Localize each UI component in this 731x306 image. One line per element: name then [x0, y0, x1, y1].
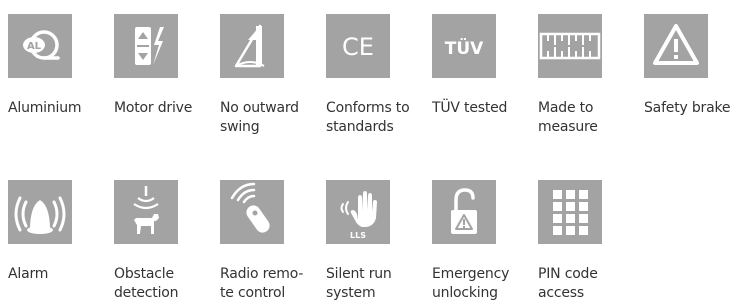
ce-mark-icon: CE: [342, 33, 374, 61]
no-outward-swing-tile: [220, 14, 284, 78]
radio-remote-icon: [230, 182, 270, 233]
aluminium-tile: AL: [8, 14, 72, 78]
radio-remote-tile: [220, 180, 284, 244]
feature-label: No outward swing: [220, 100, 299, 135]
no-outward-swing-icon: [234, 24, 265, 68]
feature-label: Aluminium: [8, 100, 82, 116]
feature-label: PIN code access: [538, 266, 598, 301]
tuv-icon: TÜV: [445, 37, 484, 59]
motor-drive-tile: [114, 14, 178, 78]
made-to-measure-tile: [538, 14, 602, 78]
conforms-standards-tile: CE: [326, 14, 390, 78]
ruler-icon: [539, 32, 601, 60]
feature-label: Radio remo- te control: [220, 266, 304, 301]
feature-label: Emergency unlocking: [432, 266, 510, 301]
emergency-unlock-icon: [451, 188, 477, 234]
svg-text:CE: CE: [342, 33, 374, 61]
alarm-icon: [14, 196, 66, 234]
pin-code-tile: [538, 180, 602, 244]
feature-label: Made to measure: [538, 100, 598, 135]
svg-text:AL: AL: [27, 41, 42, 52]
svg-text:TÜV: TÜV: [445, 37, 484, 59]
feature-label: Obstacle detection: [114, 266, 179, 301]
feature-label: TÜV tested: [432, 100, 508, 116]
silent-run-icon: LLS: [340, 191, 377, 240]
silent-run-tile: LLS: [326, 180, 390, 244]
svg-text:LLS: LLS: [350, 231, 366, 240]
aluminium-icon: AL: [23, 30, 60, 60]
motor-drive-icon: [135, 27, 164, 65]
tuv-tested-tile: TÜV: [432, 14, 496, 78]
obstacle-detection-tile: [114, 180, 178, 244]
alarm-tile: [8, 180, 72, 244]
feature-label: Safety brake: [644, 100, 731, 116]
emergency-unlock-tile: [432, 180, 496, 244]
keypad-icon: [553, 190, 588, 235]
obstacle-detection-icon: [133, 186, 159, 234]
safety-brake-tile: [644, 14, 708, 78]
feature-label: Motor drive: [114, 100, 193, 116]
feature-label: Silent run system: [326, 266, 392, 301]
warning-triangle-icon: [653, 24, 699, 65]
feature-label: Alarm: [8, 266, 49, 282]
feature-label: Conforms to standards: [326, 100, 410, 135]
